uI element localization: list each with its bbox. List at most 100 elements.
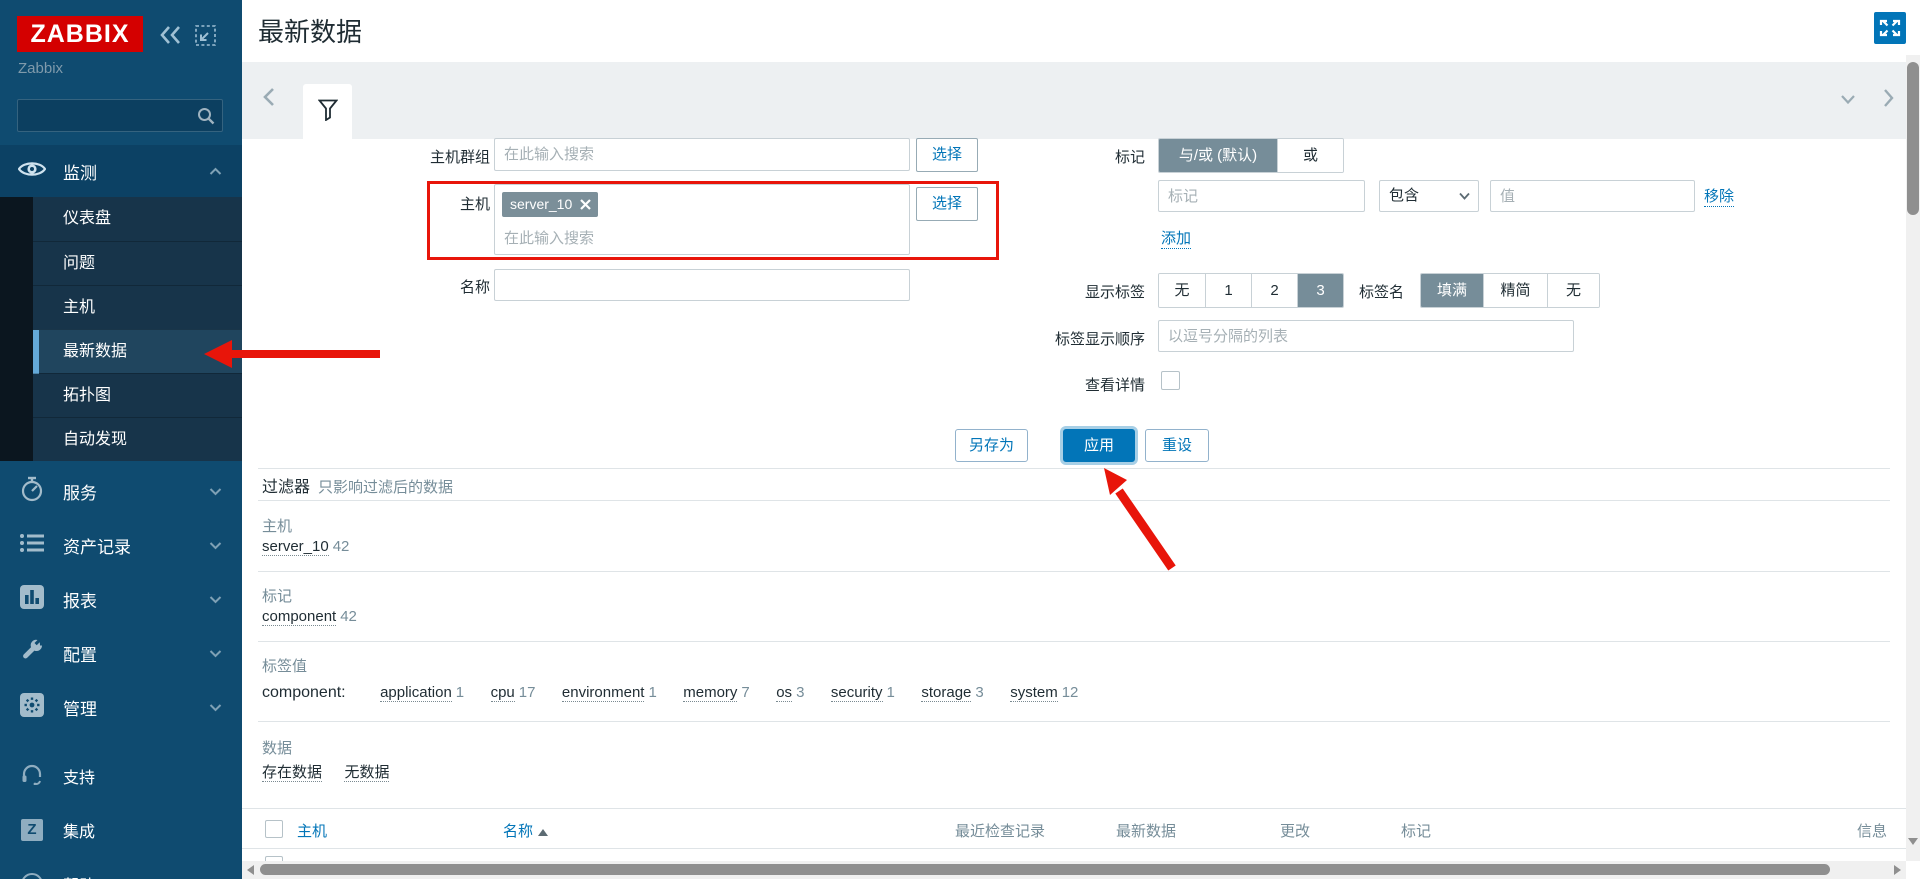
subfilter-tagvalue-link[interactable]: security <box>831 684 883 702</box>
show-tags-1[interactable]: 1 <box>1205 274 1251 307</box>
sidebar-item-monitoring[interactable]: 监测 <box>0 145 242 197</box>
tag-value-input[interactable] <box>1490 180 1695 212</box>
tag-order-label: 标签显示顺序 <box>992 328 1145 349</box>
scroll-right-arrow[interactable] <box>1894 865 1901 875</box>
subfilter-tag-link[interactable]: component <box>262 608 336 626</box>
sidebar-item-dashboard[interactable]: 仪表盘 <box>33 197 242 241</box>
vertical-scrollbar[interactable] <box>1906 55 1920 861</box>
tag-name-mode-segment: 填满 精简 无 <box>1420 273 1600 308</box>
subfilter-host-link[interactable]: server_10 <box>262 538 329 556</box>
apply-button[interactable]: 应用 <box>1063 429 1135 462</box>
question-icon: ? <box>18 873 46 879</box>
tag-remove-link[interactable]: 移除 <box>1704 185 1734 207</box>
details-checkbox[interactable] <box>1161 371 1180 390</box>
kiosk-mode-button[interactable] <box>1874 12 1906 44</box>
chevron-down-icon <box>209 535 222 555</box>
sidebar-item-support[interactable]: 支持 <box>0 752 242 800</box>
tag-operator-segment: 与/或 (默认) 或 <box>1158 138 1344 173</box>
subfilter-tagvalue-link[interactable]: memory <box>683 684 737 702</box>
tag-operator-or[interactable]: 或 <box>1277 139 1343 172</box>
sidebar-item-administration[interactable]: 管理 <box>0 680 242 734</box>
chevron-down-icon <box>209 643 222 663</box>
sidebar-item-maps[interactable]: 拓扑图 <box>33 373 242 417</box>
name-label: 名称 <box>342 276 490 297</box>
sidebar-item-discovery[interactable]: 自动发现 <box>33 417 242 461</box>
host-chip[interactable]: server_10 <box>502 192 598 217</box>
tag-add-link[interactable]: 添加 <box>1161 227 1191 249</box>
show-tags-none[interactable]: 无 <box>1159 274 1205 307</box>
subfilter-without-data-link[interactable]: 无数据 <box>344 764 389 782</box>
sidebar-item-integrations[interactable]: Z 集成 <box>0 806 242 854</box>
tag-name-shortened[interactable]: 精简 <box>1483 274 1547 307</box>
column-header-info: 信息 <box>1787 820 1887 841</box>
name-input[interactable] <box>494 269 910 301</box>
tag-name-none[interactable]: 无 <box>1547 274 1599 307</box>
vertical-scrollbar-thumb[interactable] <box>1907 62 1919 215</box>
column-header-tags: 标记 <box>1401 820 1431 841</box>
host-groups-input[interactable] <box>494 138 910 171</box>
subfilter-heading: 过滤器只影响过滤后的数据 <box>262 473 453 497</box>
tag-operator-and-or[interactable]: 与/或 (默认) <box>1159 139 1277 172</box>
scroll-down-arrow[interactable] <box>1908 838 1918 845</box>
sidebar-item-reports[interactable]: 报表 <box>0 572 242 626</box>
sidebar-search-input[interactable] <box>18 100 194 131</box>
sidebar-item-inventory[interactable]: 资产记录 <box>0 518 242 572</box>
subfilter-tagvalue-link[interactable]: os <box>776 684 792 702</box>
save-as-button[interactable]: 另存为 <box>955 429 1028 462</box>
chevron-down-icon <box>209 481 222 501</box>
sidebar: ZABBIX Zabbix 监测 仪表盘 问题 主机 最新数据 拓扑图 自动发现… <box>0 0 242 879</box>
hosts-multiselect[interactable]: server_10 在此输入搜索 <box>494 184 910 255</box>
horizontal-scrollbar-thumb[interactable] <box>260 864 1830 875</box>
summary-data-label: 数据 <box>262 737 292 758</box>
subfilter-tagvalue-link[interactable]: storage <box>921 684 971 702</box>
column-header-host[interactable]: 主机 <box>297 820 327 841</box>
scroll-left-arrow[interactable] <box>247 865 254 875</box>
remove-chip-icon[interactable] <box>580 199 591 210</box>
summary-tag-label: 标记 <box>262 585 292 606</box>
subfilter-tagvalue-link[interactable]: environment <box>562 684 645 702</box>
hosts-input-placeholder[interactable]: 在此输入搜索 <box>504 227 594 248</box>
reset-button[interactable]: 重设 <box>1145 429 1209 462</box>
sidebar-item-services[interactable]: 服务 <box>0 464 242 518</box>
horizontal-scrollbar[interactable] <box>242 861 1906 879</box>
sidebar-item-hosts[interactable]: 主机 <box>33 285 242 329</box>
zabbix-logo[interactable]: ZABBIX <box>17 16 143 52</box>
column-header-name[interactable]: 名称 <box>503 820 548 841</box>
collapse-filter-icon[interactable] <box>1840 92 1856 110</box>
sidebar-item-problems[interactable]: 问题 <box>33 241 242 285</box>
column-header-last-value: 最新数据 <box>1066 820 1176 841</box>
show-tags-label: 显示标签 <box>1012 281 1145 302</box>
show-tags-segment: 无 1 2 3 <box>1158 273 1344 308</box>
subfilter-with-data-link[interactable]: 存在数据 <box>262 764 322 782</box>
headset-icon <box>18 763 46 790</box>
details-label: 查看详情 <box>1012 374 1145 395</box>
select-all-checkbox[interactable] <box>265 820 283 838</box>
subfilter-tagvalue-link[interactable]: cpu <box>491 684 515 702</box>
sidebar-item-latest-data[interactable]: 最新数据 <box>33 329 242 373</box>
tag-condition-select[interactable]: 包含 <box>1379 180 1479 212</box>
bar-chart-icon <box>18 585 46 614</box>
tag-name-full[interactable]: 填满 <box>1421 274 1483 307</box>
summary-host-row: server_1042 <box>262 538 349 556</box>
sidebar-item-help[interactable]: ? 帮助 <box>0 860 242 879</box>
summary-tag-values-label: 标签值 <box>262 655 307 676</box>
tab-filter[interactable] <box>303 84 352 139</box>
show-tags-2[interactable]: 2 <box>1251 274 1297 307</box>
wrench-icon <box>18 639 46 668</box>
subfilter-tagvalue-link[interactable]: application <box>380 684 452 702</box>
eye-icon <box>18 159 46 184</box>
hosts-select-button[interactable]: 选择 <box>916 187 978 221</box>
chevron-right-icon[interactable] <box>1882 88 1894 113</box>
search-icon[interactable] <box>196 106 216 126</box>
tag-order-input[interactable] <box>1158 320 1574 352</box>
sidebar-hide-icon[interactable] <box>194 24 217 52</box>
sidebar-item-configuration[interactable]: 配置 <box>0 626 242 680</box>
chevron-left-icon[interactable] <box>262 86 276 113</box>
host-groups-select-button[interactable]: 选择 <box>916 138 978 172</box>
sidebar-collapse-icon[interactable] <box>158 24 184 51</box>
funnel-icon <box>318 99 338 121</box>
column-header-last-check: 最近检查记录 <box>892 820 1045 841</box>
tag-name-input[interactable] <box>1158 180 1365 212</box>
sort-asc-icon <box>538 829 548 836</box>
subfilter-tagvalue-link[interactable]: system <box>1010 684 1058 702</box>
